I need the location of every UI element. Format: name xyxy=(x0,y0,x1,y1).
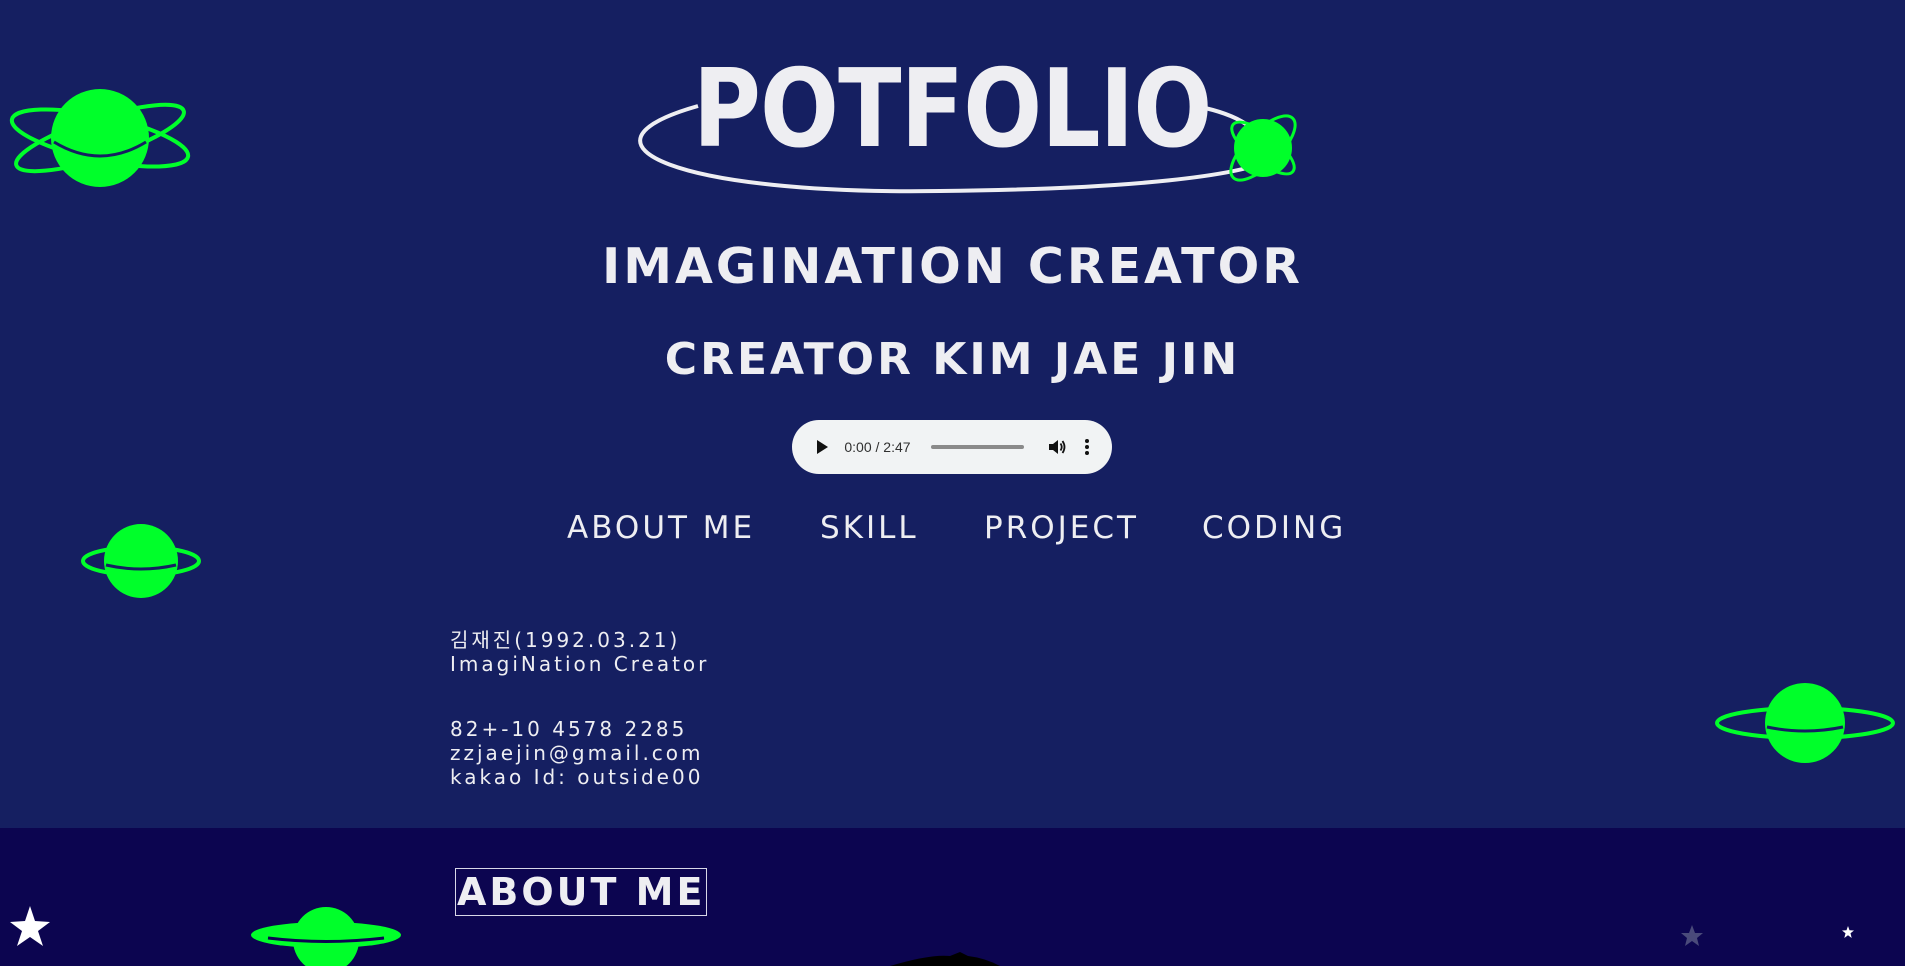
star-icon xyxy=(10,906,50,946)
portfolio-page: POTFOLIO IMAGINATION CREATOR CREATOR KIM… xyxy=(0,0,1905,966)
profile-role: ImagiNation Creator xyxy=(450,652,710,676)
audio-progress-slider[interactable] xyxy=(930,445,1025,449)
creator-name: CREATOR KIM JAE JIN xyxy=(664,334,1241,385)
more-vert-icon[interactable] xyxy=(1081,436,1094,458)
profile-name: 김재진(1992.03.21) xyxy=(450,628,681,652)
about-heading: ABOUT ME xyxy=(455,868,708,916)
nav-item-project[interactable]: PROJECT xyxy=(984,510,1139,546)
audio-player: 0:00 / 2:47 xyxy=(792,420,1112,474)
audio-time: 0:00 / 2:47 xyxy=(844,439,911,455)
profile-phone: 82+-10 4578 2285 xyxy=(450,717,688,741)
planet-saucer-icon xyxy=(251,907,401,966)
small-star-icon xyxy=(1842,926,1854,938)
nav-item-coding[interactable]: CODING xyxy=(1202,510,1346,546)
nav-item-skill[interactable]: SKILL xyxy=(820,510,919,546)
faint-star-icon xyxy=(1681,925,1703,946)
profile-email: zzjaejin@gmail.com xyxy=(450,741,704,765)
profile-kakao: kakao Id: outside00 xyxy=(450,765,704,789)
nav-item-about-me[interactable]: ABOUT ME xyxy=(567,510,755,546)
profile-contact: 82+-10 4578 2285 zzjaejin@gmail.com kaka… xyxy=(450,717,704,789)
play-icon[interactable] xyxy=(810,434,834,460)
partial-graphic-icon xyxy=(890,952,1000,966)
planet-ringed-right-icon xyxy=(1715,683,1895,763)
profile-identity: 김재진(1992.03.21) ImagiNation Creator xyxy=(450,628,709,676)
page-title: POTFOLIO xyxy=(692,47,1212,172)
main-nav: ABOUT ME SKILL PROJECT CODING xyxy=(0,510,1905,550)
tagline: IMAGINATION CREATOR xyxy=(602,238,1303,295)
volume-icon[interactable] xyxy=(1046,436,1067,458)
